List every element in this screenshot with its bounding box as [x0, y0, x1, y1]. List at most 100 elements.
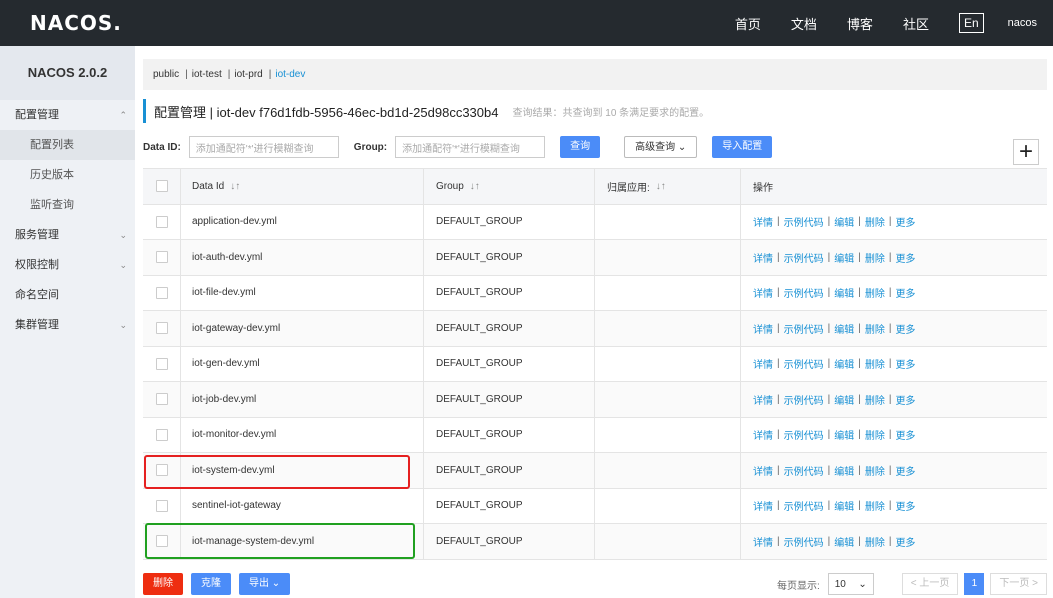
detail-link[interactable]: 详情	[753, 250, 773, 265]
nav-community-link[interactable]: 社区	[903, 14, 929, 33]
edit-link[interactable]: 编辑	[834, 392, 854, 407]
more-link[interactable]: 更多	[895, 356, 915, 371]
sort-icon[interactable]: ↓↑	[470, 181, 480, 192]
delete-link[interactable]: 删除	[865, 250, 885, 265]
select-all-checkbox[interactable]	[155, 180, 168, 193]
namespace-iot-test[interactable]: iot-test	[192, 69, 222, 80]
header-app[interactable]: 归属应用: ↓↑	[595, 169, 741, 204]
row-checkbox[interactable]	[155, 286, 168, 299]
namespace-iot-prd[interactable]: iot-prd	[234, 69, 262, 80]
detail-link[interactable]: 详情	[753, 498, 773, 513]
edit-link[interactable]: 编辑	[834, 498, 854, 513]
row-checkbox[interactable]	[155, 464, 168, 477]
import-config-button[interactable]: 导入配置	[712, 136, 773, 158]
sidebar-item-access-control[interactable]: 权限控制 ⌄	[0, 250, 135, 280]
sample-code-link[interactable]: 示例代码	[784, 321, 824, 336]
row-checkbox[interactable]	[155, 428, 168, 441]
header-data-id[interactable]: Data Id ↓↑	[181, 169, 424, 204]
sample-code-link[interactable]: 示例代码	[784, 427, 824, 442]
delete-link[interactable]: 删除	[865, 427, 885, 442]
group-input[interactable]: 添加通配符'*'进行模糊查询	[395, 136, 546, 158]
more-link[interactable]: 更多	[895, 321, 915, 336]
add-config-button[interactable]: +	[1013, 139, 1039, 165]
detail-link[interactable]: 详情	[753, 356, 773, 371]
sample-code-link[interactable]: 示例代码	[784, 214, 824, 229]
sidebar-item-config-management[interactable]: 配置管理 ⌃	[0, 100, 135, 130]
header-group[interactable]: Group ↓↑	[424, 169, 595, 204]
sample-code-link[interactable]: 示例代码	[784, 498, 824, 513]
page-number-current[interactable]: 1	[964, 573, 985, 595]
edit-link[interactable]: 编辑	[834, 463, 854, 478]
more-link[interactable]: 更多	[895, 285, 915, 300]
row-checkbox[interactable]	[155, 251, 168, 264]
ops-cell: 详情 | 示例代码 | 编辑 | 删除 | 更多	[741, 347, 1047, 382]
nav-blog-link[interactable]: 博客	[847, 14, 873, 33]
more-link[interactable]: 更多	[895, 463, 915, 478]
delete-link[interactable]: 删除	[865, 463, 885, 478]
query-button[interactable]: 查询	[560, 136, 601, 158]
more-link[interactable]: 更多	[895, 214, 915, 229]
row-checkbox[interactable]	[155, 357, 168, 370]
sample-code-link[interactable]: 示例代码	[784, 534, 824, 549]
delete-link[interactable]: 删除	[865, 392, 885, 407]
namespace-iot-dev[interactable]: iot-dev	[275, 69, 305, 80]
sample-code-link[interactable]: 示例代码	[784, 356, 824, 371]
more-link[interactable]: 更多	[895, 498, 915, 513]
edit-link[interactable]: 编辑	[834, 427, 854, 442]
nav-docs-link[interactable]: 文档	[791, 14, 817, 33]
edit-link[interactable]: 编辑	[834, 285, 854, 300]
sidebar-item-service-management[interactable]: 服务管理 ⌄	[0, 220, 135, 250]
sidebar-item-cluster-management[interactable]: 集群管理 ⌄	[0, 310, 135, 340]
row-checkbox[interactable]	[155, 499, 168, 512]
prev-page-button[interactable]: < 上一页	[901, 573, 959, 595]
delete-link[interactable]: 删除	[865, 498, 885, 513]
batch-delete-button[interactable]: 删除	[143, 573, 183, 595]
row-checkbox[interactable]	[155, 215, 168, 228]
detail-link[interactable]: 详情	[753, 463, 773, 478]
more-link[interactable]: 更多	[895, 392, 915, 407]
page-size-select[interactable]: 10 ⌄	[827, 573, 874, 595]
delete-link[interactable]: 删除	[865, 356, 885, 371]
edit-link[interactable]: 编辑	[834, 250, 854, 265]
sort-icon[interactable]: ↓↑	[656, 181, 666, 192]
next-page-button[interactable]: 下一页 >	[990, 573, 1047, 595]
detail-link[interactable]: 详情	[753, 285, 773, 300]
detail-link[interactable]: 详情	[753, 214, 773, 229]
user-name[interactable]: nacos	[1008, 17, 1037, 29]
sidebar-item-listener-query[interactable]: 监听查询	[0, 190, 135, 220]
detail-link[interactable]: 详情	[753, 427, 773, 442]
sample-code-link[interactable]: 示例代码	[784, 392, 824, 407]
nav-home-link[interactable]: 首页	[735, 14, 761, 33]
edit-link[interactable]: 编辑	[834, 356, 854, 371]
more-link[interactable]: 更多	[895, 427, 915, 442]
detail-link[interactable]: 详情	[753, 392, 773, 407]
namespace-public[interactable]: public	[153, 69, 179, 80]
more-link[interactable]: 更多	[895, 250, 915, 265]
sort-icon[interactable]: ↓↑	[230, 181, 240, 192]
sample-code-link[interactable]: 示例代码	[784, 250, 824, 265]
detail-link[interactable]: 详情	[753, 321, 773, 336]
edit-link[interactable]: 编辑	[834, 214, 854, 229]
sidebar-item-history[interactable]: 历史版本	[0, 160, 135, 190]
edit-link[interactable]: 编辑	[834, 321, 854, 336]
edit-link[interactable]: 编辑	[834, 534, 854, 549]
row-checkbox[interactable]	[155, 393, 168, 406]
export-button[interactable]: 导出 ⌄	[239, 573, 291, 595]
more-link[interactable]: 更多	[895, 534, 915, 549]
clone-button[interactable]: 克隆	[191, 573, 231, 595]
delete-link[interactable]: 删除	[865, 534, 885, 549]
dataid-input[interactable]: 添加通配符'*'进行模糊查询	[188, 136, 339, 158]
sidebar-item-namespace[interactable]: 命名空间	[0, 280, 135, 310]
delete-link[interactable]: 删除	[865, 285, 885, 300]
delete-link[interactable]: 删除	[865, 214, 885, 229]
row-checkbox[interactable]	[155, 535, 168, 548]
nacos-logo[interactable]: NACOS.	[30, 11, 122, 35]
sample-code-link[interactable]: 示例代码	[784, 463, 824, 478]
detail-link[interactable]: 详情	[753, 534, 773, 549]
row-checkbox[interactable]	[155, 322, 168, 335]
sample-code-link[interactable]: 示例代码	[784, 285, 824, 300]
delete-link[interactable]: 删除	[865, 321, 885, 336]
language-switch[interactable]: En	[958, 13, 984, 33]
sidebar-item-config-list[interactable]: 配置列表	[0, 130, 135, 160]
advanced-query-button[interactable]: 高级查询 ⌄	[624, 136, 698, 158]
